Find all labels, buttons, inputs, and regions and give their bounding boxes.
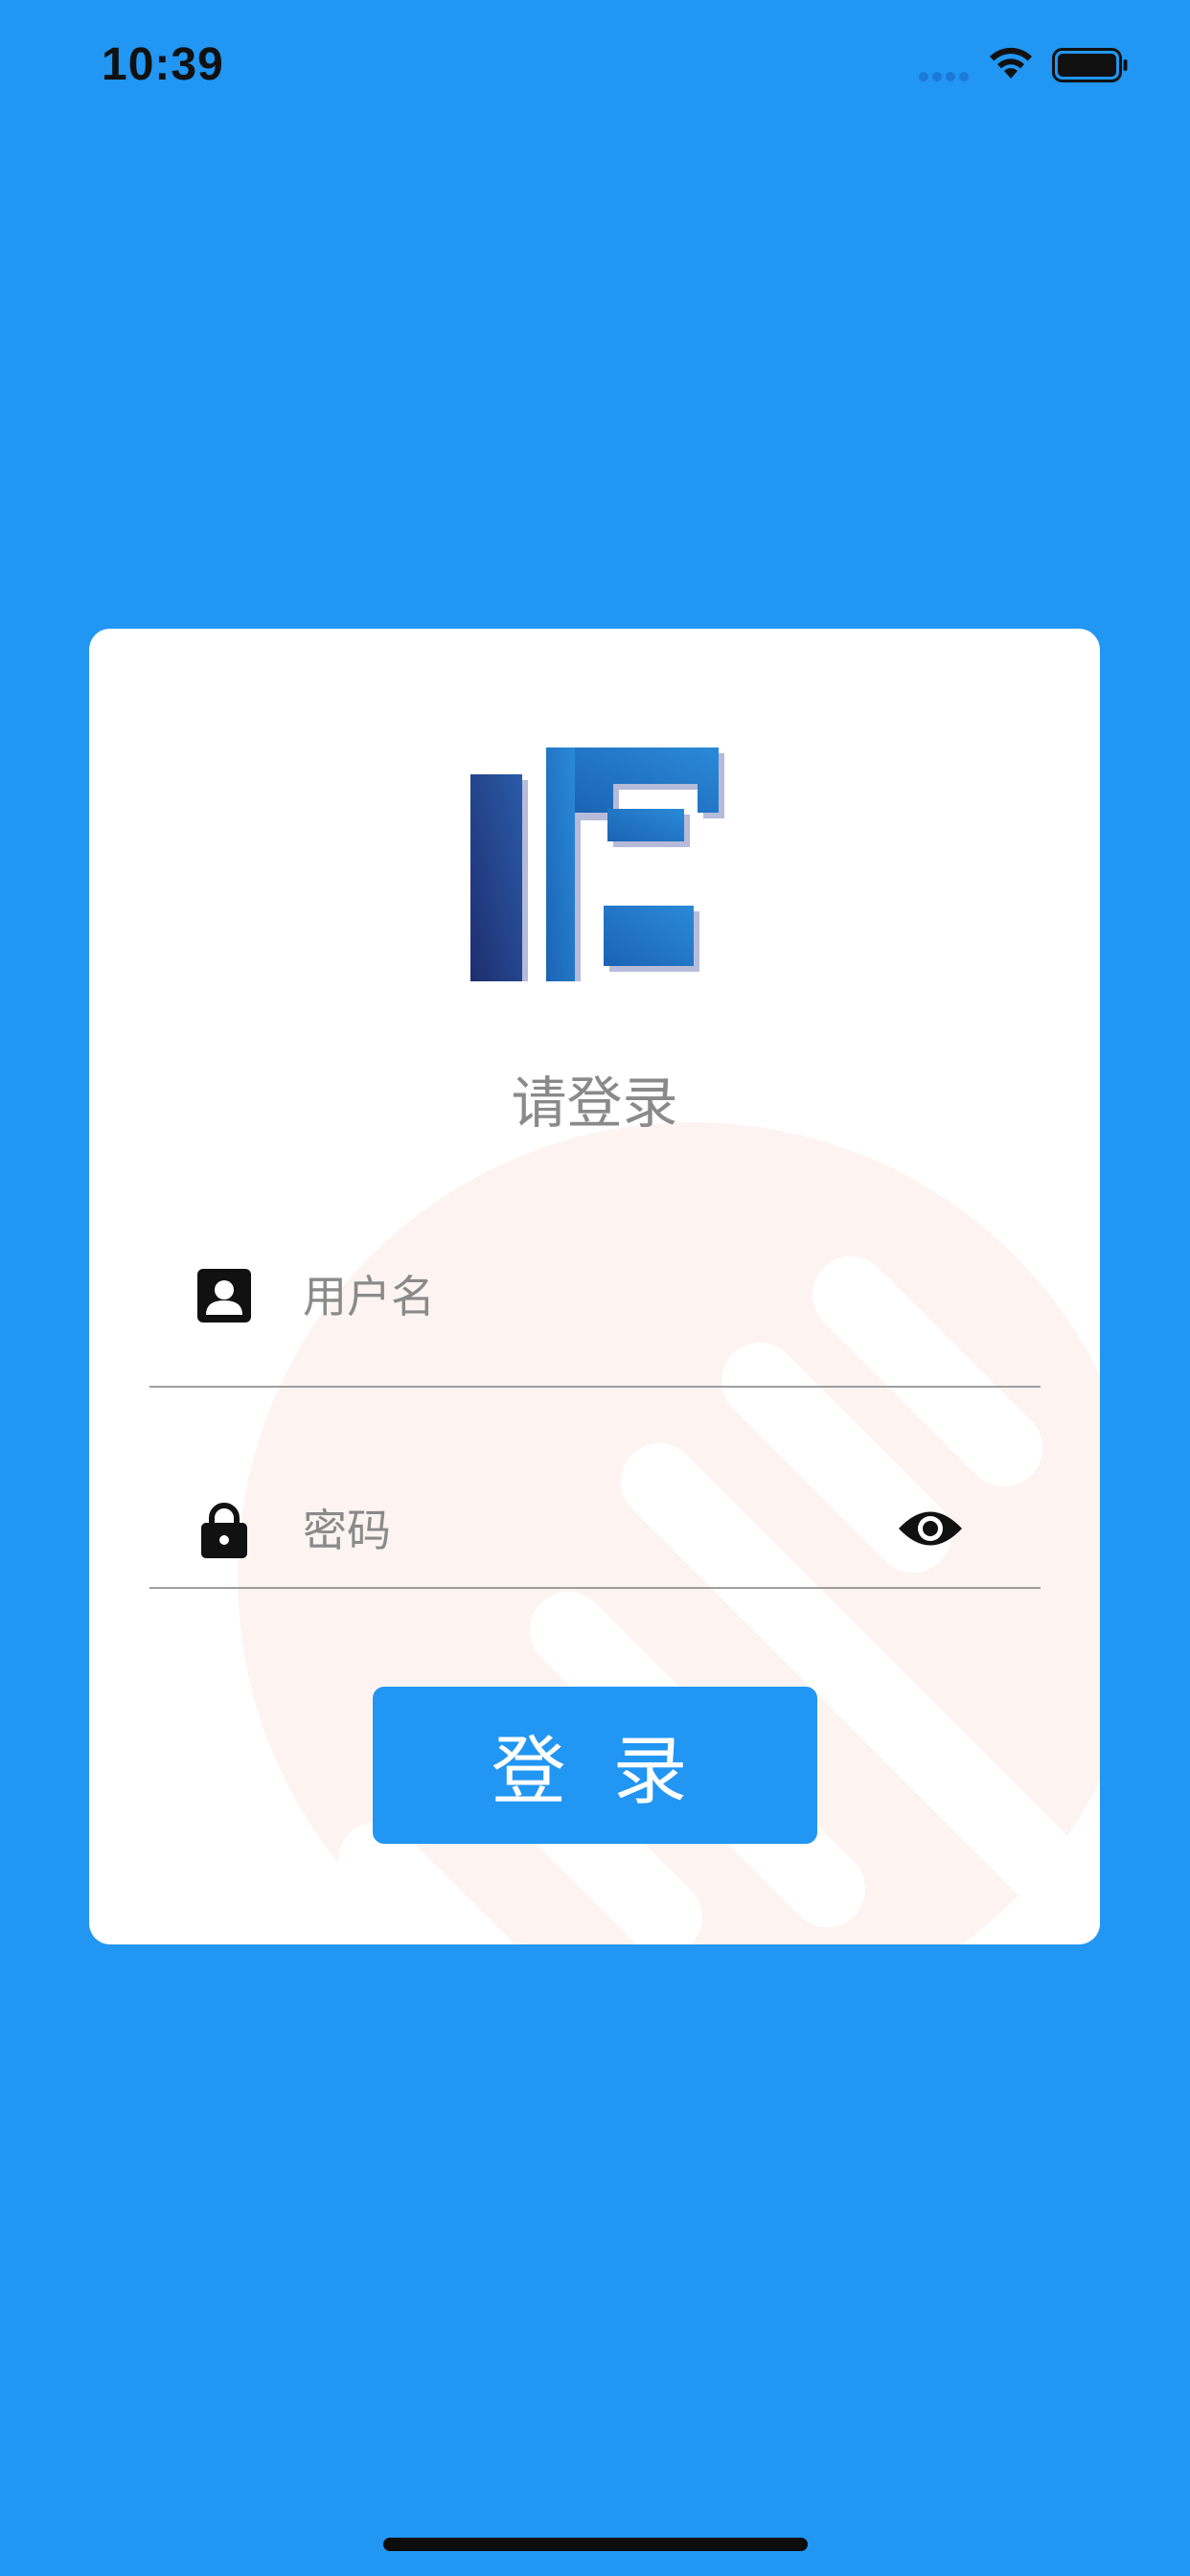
status-bar: 10:39 bbox=[0, 0, 1190, 126]
password-input[interactable] bbox=[303, 1497, 858, 1564]
battery-icon bbox=[1052, 48, 1128, 82]
wifi-icon bbox=[990, 47, 1032, 79]
account-box-icon bbox=[197, 1269, 251, 1322]
signal-dots-icon bbox=[919, 72, 969, 81]
password-field bbox=[149, 1451, 1041, 1589]
login-button[interactable]: 登 录 bbox=[373, 1687, 817, 1844]
home-indicator bbox=[383, 2538, 808, 2551]
status-time: 10:39 bbox=[102, 39, 224, 90]
username-field bbox=[149, 1215, 1041, 1388]
lock-icon bbox=[201, 1503, 247, 1558]
eye-icon[interactable] bbox=[897, 1505, 964, 1552]
login-card: 请登录 登 录 bbox=[89, 629, 1100, 1944]
app-logo bbox=[470, 748, 724, 981]
username-input[interactable] bbox=[303, 1263, 973, 1330]
login-title: 请登录 bbox=[511, 1070, 678, 1136]
